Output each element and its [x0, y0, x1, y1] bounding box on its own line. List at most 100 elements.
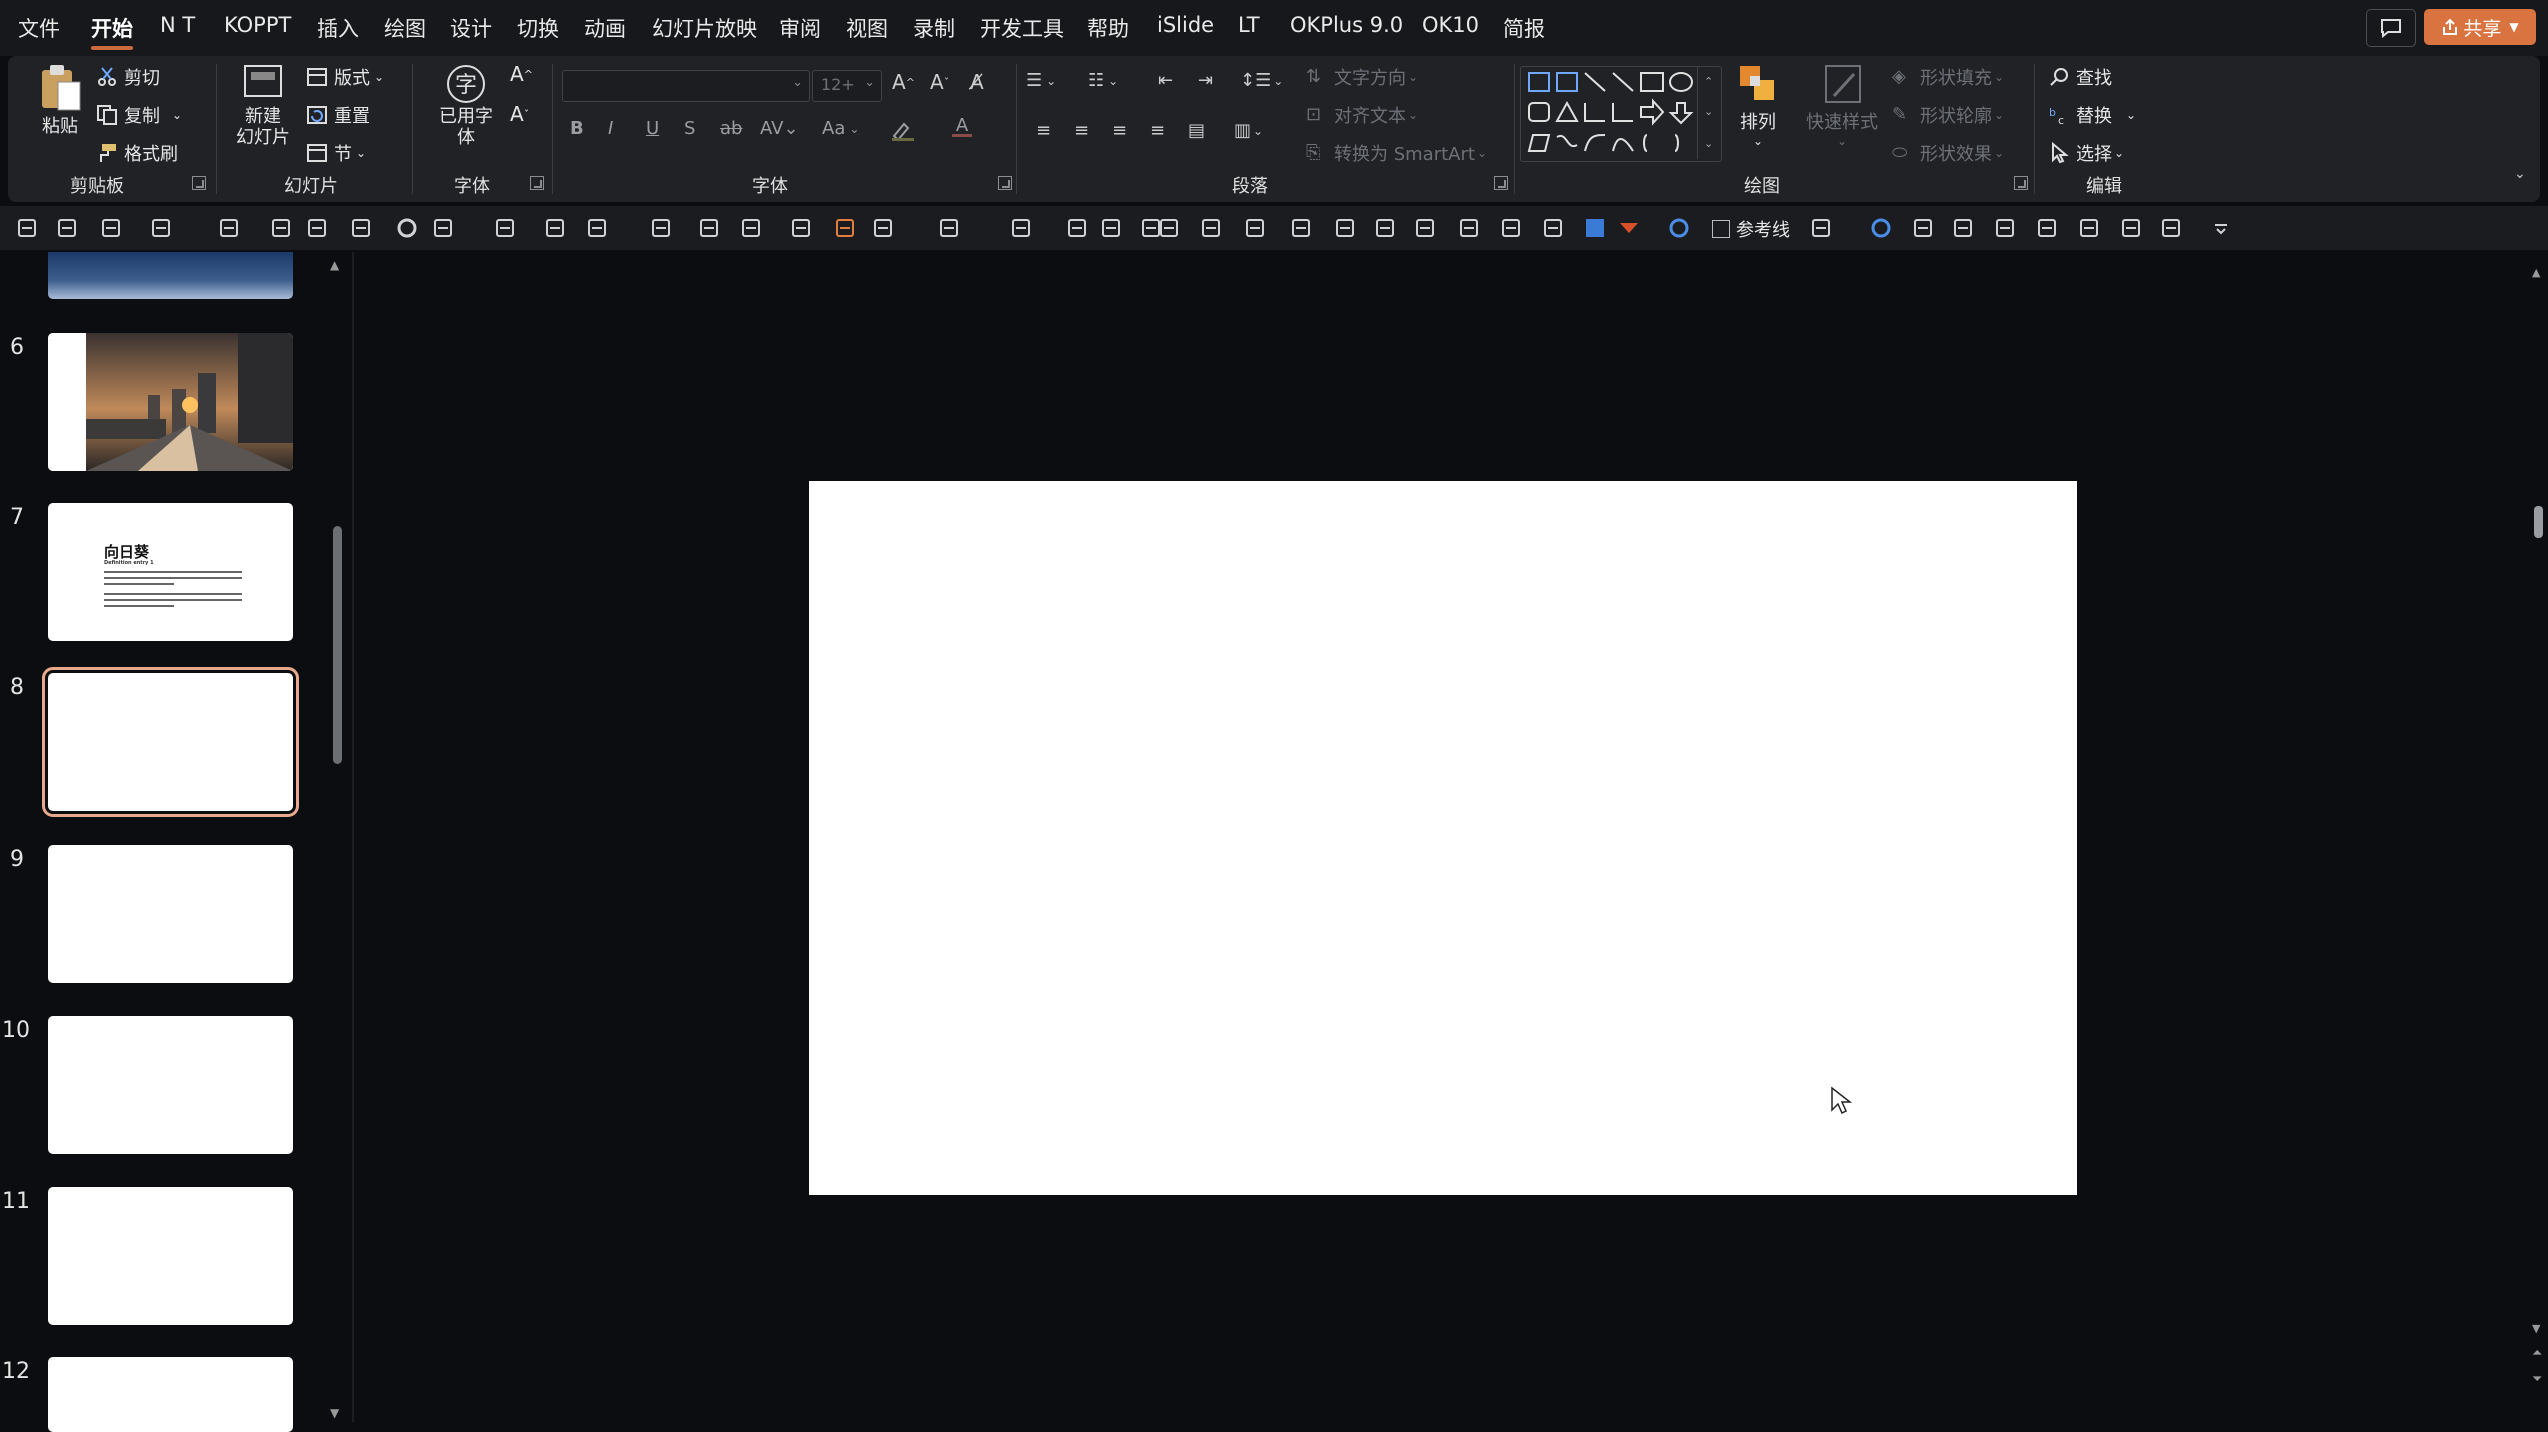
menu-islide[interactable]: iSlide: [1157, 13, 1214, 37]
bullets-icon[interactable]: ☰ ⌄: [1026, 70, 1056, 91]
clear-formatting-icon[interactable]: A̸: [970, 70, 984, 94]
thumbnail-scrollbar-thumb[interactable]: [333, 526, 342, 764]
scroll-down-icon[interactable]: ▼: [330, 1406, 344, 1420]
align-distribute-icon[interactable]: [16, 217, 38, 239]
clipboard-launcher-icon[interactable]: [192, 176, 206, 190]
menu-review[interactable]: 审阅: [779, 13, 821, 43]
decrease-font-size-icon[interactable]: Aˇ: [930, 70, 949, 94]
slide-canvas[interactable]: [809, 481, 2077, 1195]
crop-rotate-icon[interactable]: [1994, 217, 2016, 239]
grow-font-icon[interactable]: A ^: [510, 62, 533, 86]
share-button[interactable]: 共享 ▼: [2424, 9, 2536, 45]
align-center-icon[interactable]: [1374, 217, 1396, 239]
pen-icon[interactable]: [270, 217, 292, 239]
increase-font-size-icon[interactable]: A ^: [892, 70, 915, 94]
slide-thumbnail-8[interactable]: [42, 667, 299, 817]
menu-view[interactable]: 视图: [846, 13, 888, 43]
text-box-icon[interactable]: [100, 217, 122, 239]
font-color-icon[interactable]: [218, 217, 240, 239]
used-font-launcher-icon[interactable]: [530, 176, 544, 190]
used-font-button[interactable]: 字 已用字 体: [426, 62, 506, 148]
menu-koppt[interactable]: KOPPT: [224, 13, 291, 37]
shape-fill-button[interactable]: ◈ 形状填充 ⌄: [1892, 64, 2004, 90]
font-shrink-icon[interactable]: [2160, 217, 2182, 239]
paragraph-launcher-icon[interactable]: [1494, 176, 1508, 190]
bring-forward-icon[interactable]: [1066, 217, 1088, 239]
new-slide-button[interactable]: 新建 幻灯片: [224, 62, 302, 148]
align-left-icon[interactable]: ≡: [1036, 120, 1051, 141]
shrink-font-icon[interactable]: Aˇ: [510, 102, 529, 126]
slide-thumbnail-9[interactable]: [48, 845, 293, 983]
change-case-button[interactable]: Aa ⌄: [822, 118, 859, 139]
eyedropper-icon[interactable]: [544, 217, 566, 239]
circle-blue-icon[interactable]: [1870, 217, 1892, 239]
align-right-icon[interactable]: [1334, 217, 1356, 239]
circle-blue-icon[interactable]: [1668, 217, 1690, 239]
shape-outline-button[interactable]: ✎ 形状轮廓 ⌄: [1892, 102, 2004, 128]
copy-button[interactable]: 复制 ⌄: [96, 102, 182, 128]
fill-color-icon[interactable]: [432, 217, 454, 239]
menu-lt[interactable]: LT: [1238, 13, 1260, 37]
drawing-launcher-icon[interactable]: [2014, 176, 2028, 190]
column-icon[interactable]: [56, 217, 78, 239]
image-icon[interactable]: [1952, 217, 1974, 239]
merge-shapes-icon[interactable]: [740, 217, 762, 239]
text-shadow-icon[interactable]: S: [684, 118, 695, 139]
select-button[interactable]: 选择 ⌄: [2048, 140, 2124, 166]
menu-okplus[interactable]: OKPlus 9.0: [1290, 13, 1403, 37]
find-button[interactable]: 查找: [2048, 64, 2112, 90]
slide-thumbnail-5-partial[interactable]: [48, 252, 293, 299]
font-color-icon[interactable]: A: [952, 117, 972, 137]
link-shape-icon[interactable]: [2078, 217, 2100, 239]
paste-button[interactable]: 粘贴: [30, 62, 90, 138]
swap-icon[interactable]: [1244, 217, 1266, 239]
crop-icon[interactable]: [306, 217, 328, 239]
menu-record[interactable]: 录制: [913, 13, 955, 43]
menu-help[interactable]: 帮助: [1087, 13, 1129, 43]
align-right-icon[interactable]: ≡: [1112, 120, 1127, 141]
circle-icon[interactable]: [396, 217, 418, 239]
blue-square-icon[interactable]: [1584, 217, 1606, 239]
align-center-icon[interactable]: ≡: [1074, 120, 1089, 141]
layout-button[interactable]: 版式 ⌄: [306, 64, 384, 90]
main-scroll-down-icon[interactable]: ▼: [2532, 1322, 2546, 1335]
edit-shape-icon[interactable]: [586, 217, 608, 239]
menu-slideshow[interactable]: 幻灯片放映: [652, 13, 757, 43]
bucket-icon[interactable]: [494, 217, 516, 239]
shape-effects-button[interactable]: ⬭ 形状效果 ⌄: [1892, 140, 2004, 166]
cut-button[interactable]: 剪切: [96, 64, 160, 90]
slide-thumbnail-10[interactable]: [48, 1016, 293, 1154]
menu-ok10[interactable]: OK10: [1422, 13, 1479, 37]
align-top-icon[interactable]: [1458, 217, 1480, 239]
align-left-icon[interactable]: [1290, 217, 1312, 239]
text-direction-button[interactable]: ⇅ 文字方向 ⌄: [1306, 64, 1418, 90]
justify-icon[interactable]: ≡: [1150, 120, 1165, 141]
menu-file[interactable]: 文件: [18, 13, 60, 43]
align-text-button[interactable]: ⊡ 对齐文本 ⌄: [1306, 102, 1418, 128]
guides-toggle[interactable]: 参考线: [1712, 216, 1790, 242]
picture-crop-icon[interactable]: [350, 217, 372, 239]
font-grow-icon[interactable]: [2120, 217, 2142, 239]
slide-thumbnail-11[interactable]: [48, 1187, 293, 1325]
fit-icon[interactable]: [1542, 217, 1564, 239]
format-painter-icon[interactable]: [938, 217, 960, 239]
table-format-icon[interactable]: [790, 217, 812, 239]
scroll-up-icon[interactable]: ▲: [330, 258, 344, 272]
collapse-ribbon-icon[interactable]: ⌄: [2514, 166, 2526, 182]
reset-button[interactable]: 重置: [306, 102, 370, 128]
textbox-orange-icon[interactable]: [834, 217, 856, 239]
shape-gallery[interactable]: ⌃ ⌄ ⌄: [1520, 66, 1722, 162]
png-icon[interactable]: [2036, 217, 2058, 239]
bring-to-front-icon[interactable]: [1100, 217, 1122, 239]
logo-icon[interactable]: [1618, 217, 1640, 239]
slide-thumbnail-6[interactable]: [48, 333, 293, 471]
increase-indent-icon[interactable]: ⇥: [1198, 70, 1213, 91]
align-bottom-icon[interactable]: [1500, 217, 1522, 239]
menu-design[interactable]: 设计: [450, 13, 492, 43]
close-box-icon[interactable]: [1200, 217, 1222, 239]
replace-button[interactable]: b c 替换 ⌄: [2048, 102, 2136, 128]
strikethrough-icon[interactable]: ab: [720, 118, 742, 139]
table-icon[interactable]: [150, 217, 172, 239]
menu-home[interactable]: 开始: [91, 13, 133, 43]
font-size-dropdown[interactable]: 12+ ⌄: [812, 70, 882, 102]
